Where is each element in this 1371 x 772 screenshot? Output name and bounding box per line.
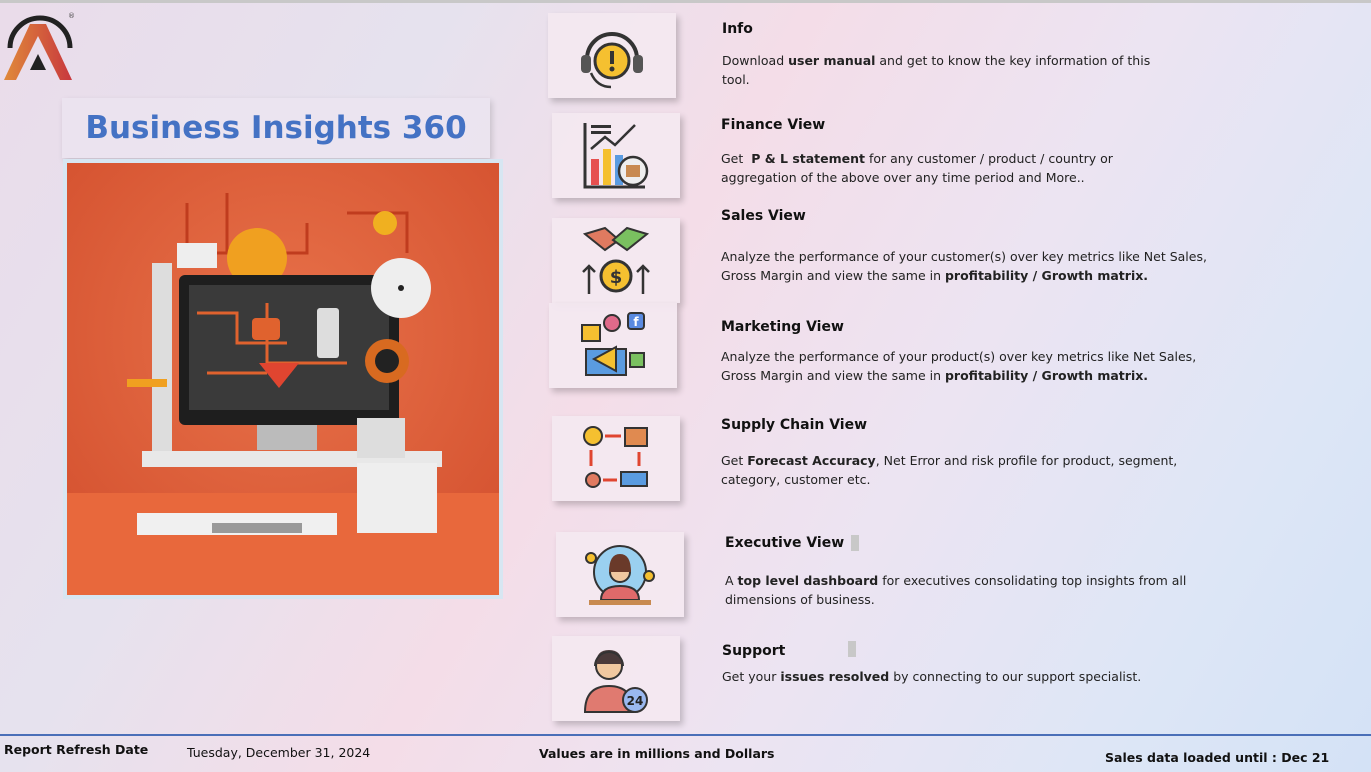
sales-loaded-until: Sales data loaded until : Dec 21 [1105,750,1330,765]
support-title[interactable]: Support [722,643,785,659]
app-title: Business Insights 360 [85,110,467,146]
hero-illustration [63,159,503,599]
finance-view-description: Get P & L statement for any customer / p… [721,151,1113,185]
sales-view-card-button[interactable]: $ [552,218,680,303]
report-refresh-label: Report Refresh Date [4,742,149,757]
report-refresh-date: Tuesday, December 31, 2024 [187,745,371,760]
svg-text:$: $ [610,267,623,288]
support-agent-icon: 24 [583,649,648,713]
svg-text:®: ® [68,12,75,20]
executive-view-card-button[interactable] [556,532,684,617]
megaphone-icon: f [581,311,645,376]
support-description: Get your issues resolved by connecting t… [722,669,1142,684]
company-logo: ® [4,12,75,80]
headset-alert-icon [581,31,643,88]
sales-view-description: Analyze the performance of your customer… [721,249,1207,283]
supply-chain-icon [583,425,648,488]
supply-chain-view-card-button[interactable] [552,416,680,501]
supply-chain-view-title[interactable]: Supply Chain View [721,417,867,433]
support-marker [848,641,856,657]
footer-divider [0,734,1371,736]
sales-view-title[interactable]: Sales View [721,208,806,224]
info-card-button[interactable] [548,13,676,98]
executive-globe-icon [585,544,655,605]
marketing-view-description: Analyze the performance of your product(… [721,349,1197,383]
svg-text:f: f [633,315,639,329]
units-note: Values are in millions and Dollars [539,746,775,761]
handshake-dollar-icon: $ [582,226,650,294]
supply-chain-view-description: Get Forecast Accuracy, Net Error and ris… [721,453,1178,487]
support-card-button[interactable]: 24 [552,636,680,721]
marketing-view-card-button[interactable]: f [549,303,677,388]
finance-chart-icon [583,122,649,188]
svg-text:24: 24 [627,694,644,708]
finance-view-card-button[interactable] [552,113,680,198]
app-title-banner: Business Insights 360 [62,98,490,158]
executive-view-description: A top level dashboard for executives con… [725,573,1187,607]
info-description: Download user manual and get to know the… [722,53,1151,87]
marketing-view-title[interactable]: Marketing View [721,319,844,335]
executive-view-marker [851,535,859,551]
info-title[interactable]: Info [722,21,753,37]
executive-view-title[interactable]: Executive View [725,535,844,551]
top-border [0,0,1371,3]
finance-view-title[interactable]: Finance View [721,117,825,133]
